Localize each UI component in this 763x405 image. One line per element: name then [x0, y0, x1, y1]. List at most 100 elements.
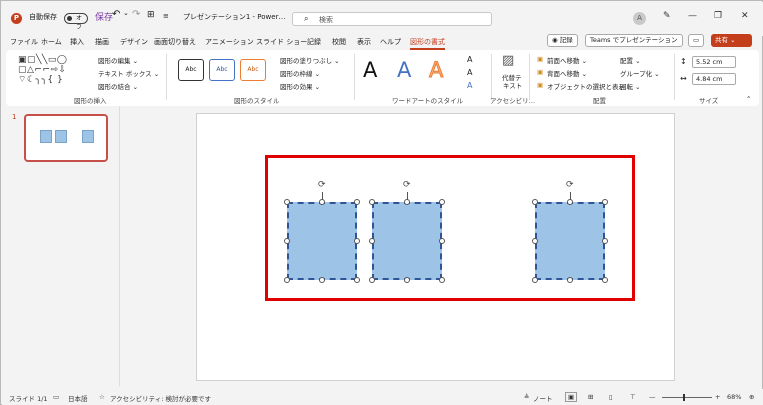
send-backward-button[interactable]: 背面へ移動 ⌄ [547, 68, 587, 78]
wordart-style-black[interactable]: A [363, 58, 377, 82]
rotate-handle-icon[interactable]: ⟳ [566, 181, 575, 190]
resize-handle[interactable] [369, 238, 375, 244]
close-button[interactable]: ✕ [741, 11, 749, 21]
merge-shapes-button[interactable]: 図形の結合 ⌄ [98, 81, 138, 91]
resize-handle[interactable] [369, 277, 375, 283]
shape-outline-button[interactable]: 図形の枠線 ⌄ [280, 68, 320, 78]
pane-divider[interactable] [119, 106, 120, 386]
zoom-level[interactable]: 68% [727, 393, 741, 401]
pen-icon[interactable]: ✎ [663, 11, 671, 21]
rectangle-shape[interactable] [287, 202, 357, 280]
rotate-button[interactable]: 回転 ⌄ [620, 81, 641, 91]
resize-handle[interactable] [439, 199, 445, 205]
normal-view-icon[interactable]: ▣ [565, 392, 578, 402]
group-button[interactable]: グループ化 ⌄ [620, 68, 660, 78]
resize-handle[interactable] [602, 199, 608, 205]
align-button[interactable]: 配置 ⌄ [620, 55, 641, 65]
resize-handle[interactable] [369, 199, 375, 205]
resize-handle[interactable] [439, 277, 445, 283]
tab-file[interactable]: ファイル [10, 37, 38, 47]
rectangle-shape[interactable] [372, 202, 442, 280]
restore-button[interactable]: ❐ [714, 11, 722, 21]
autosave-toggle[interactable]: オフ [64, 13, 88, 31]
text-effects-icon[interactable]: A [467, 81, 472, 90]
bring-forward-button[interactable]: 前面へ移動 ⌄ [547, 55, 587, 65]
undo-icon[interactable]: ↶ [112, 9, 120, 20]
shape-width-input[interactable]: 4.84 cm [692, 73, 736, 85]
text-outline-icon[interactable]: A [467, 68, 472, 77]
comments-button[interactable]: ▭ [688, 34, 705, 47]
resize-handle[interactable] [532, 199, 538, 205]
accessibility-status[interactable]: アクセシビリティ: 検討が必要です [110, 393, 211, 403]
rotate-handle-icon[interactable]: ⟳ [318, 181, 327, 190]
shape-style-preset-2[interactable]: Abc [209, 59, 235, 81]
collapse-ribbon-icon[interactable]: ⌃ [746, 95, 751, 103]
zoom-in-button[interactable]: + [715, 393, 720, 401]
rotate-handle-icon[interactable]: ⟳ [403, 181, 412, 190]
tab-transitions[interactable]: 画面切り替え [154, 37, 196, 47]
qat-more-icon[interactable]: ≡ [163, 12, 169, 20]
tab-record[interactable]: 記録 [307, 37, 321, 47]
reading-view-icon[interactable]: ▯ [609, 393, 613, 401]
edit-shape-button[interactable]: 図形の編集 ⌄ [98, 55, 138, 65]
zoom-out-button[interactable]: — [649, 393, 656, 401]
undo-dropdown-icon[interactable]: ⌄ [123, 9, 129, 17]
shape-style-preset-3[interactable]: Abc [240, 59, 266, 81]
tab-slideshow[interactable]: スライド ショー [256, 37, 307, 47]
record-button[interactable]: ◉ 記録 [547, 34, 578, 47]
tab-home[interactable]: ホーム [41, 37, 62, 47]
slide-sorter-icon[interactable]: ⊞ [588, 393, 593, 401]
resize-handle[interactable] [532, 277, 538, 283]
text-box-button[interactable]: テキスト ボックス ⌄ [98, 68, 159, 78]
language-indicator[interactable]: 日本語 [68, 393, 88, 403]
fit-to-window-icon[interactable]: ⊕ [749, 393, 754, 401]
resize-handle[interactable] [602, 277, 608, 283]
shape-style-preset-1[interactable]: Abc [178, 59, 204, 81]
resize-handle[interactable] [602, 238, 608, 244]
tab-animations[interactable]: アニメーション [205, 37, 254, 47]
slideshow-icon[interactable]: ⊤ [630, 393, 636, 401]
qat-customize-icon[interactable]: ⊞ [147, 10, 155, 20]
tab-design[interactable]: デザイン [120, 37, 148, 47]
resize-handle[interactable] [284, 277, 290, 283]
resize-handle[interactable] [354, 277, 360, 283]
tab-insert[interactable]: 挿入 [70, 37, 84, 47]
resize-handle[interactable] [319, 277, 325, 283]
alt-text-icon[interactable]: ▨ [502, 53, 514, 68]
wordart-style-orange[interactable]: A [428, 58, 443, 83]
share-button[interactable]: 共有 ⌄ [711, 34, 752, 47]
avatar[interactable]: A [633, 12, 646, 25]
resize-handle[interactable] [439, 238, 445, 244]
selection-pane-button[interactable]: オブジェクトの選択と表示 [547, 81, 625, 91]
shape-gallery[interactable]: ▣▢╲╲▭◯ ▢△⌐⌐⇨⇩ ⌔☾╮╮{ } [18, 55, 67, 85]
shape-fill-button[interactable]: 図形の塗りつぶし ⌄ [280, 55, 340, 65]
tab-shape-format[interactable]: 図形の書式 [410, 37, 445, 50]
shape-effects-button[interactable]: 図形の効果 ⌄ [280, 81, 320, 91]
zoom-slider-thumb[interactable] [683, 394, 685, 401]
tab-review[interactable]: 校閲 [332, 37, 346, 47]
zoom-slider-track[interactable] [662, 397, 712, 398]
shape-height-input[interactable]: 5.52 cm [692, 56, 736, 68]
slide-thumbnail[interactable] [24, 114, 108, 162]
tab-draw[interactable]: 描画 [95, 37, 109, 47]
resize-handle[interactable] [284, 199, 290, 205]
resize-handle[interactable] [284, 238, 290, 244]
rectangle-shape[interactable] [535, 202, 605, 280]
notes-button[interactable]: ノート [533, 393, 553, 403]
minimize-button[interactable]: — [688, 11, 697, 21]
save-icon[interactable]: 保存 [95, 10, 113, 23]
resize-handle[interactable] [404, 277, 410, 283]
wordart-style-blue[interactable]: A [397, 58, 411, 82]
spellcheck-icon[interactable]: ▭ [53, 393, 59, 401]
resize-handle[interactable] [354, 199, 360, 205]
resize-handle[interactable] [532, 238, 538, 244]
text-fill-icon[interactable]: A [467, 55, 472, 64]
search-box[interactable]: ⌕ 検索 [292, 12, 492, 26]
tab-view[interactable]: 表示 [357, 37, 371, 47]
resize-handle[interactable] [567, 277, 573, 283]
teams-present-button[interactable]: Teams でプレゼンテーション [585, 34, 683, 47]
resize-handle[interactable] [354, 238, 360, 244]
alt-text-label-2[interactable]: キスト [503, 80, 522, 90]
redo-icon[interactable]: ↷ [132, 9, 140, 20]
tab-help[interactable]: ヘルプ [380, 37, 401, 47]
